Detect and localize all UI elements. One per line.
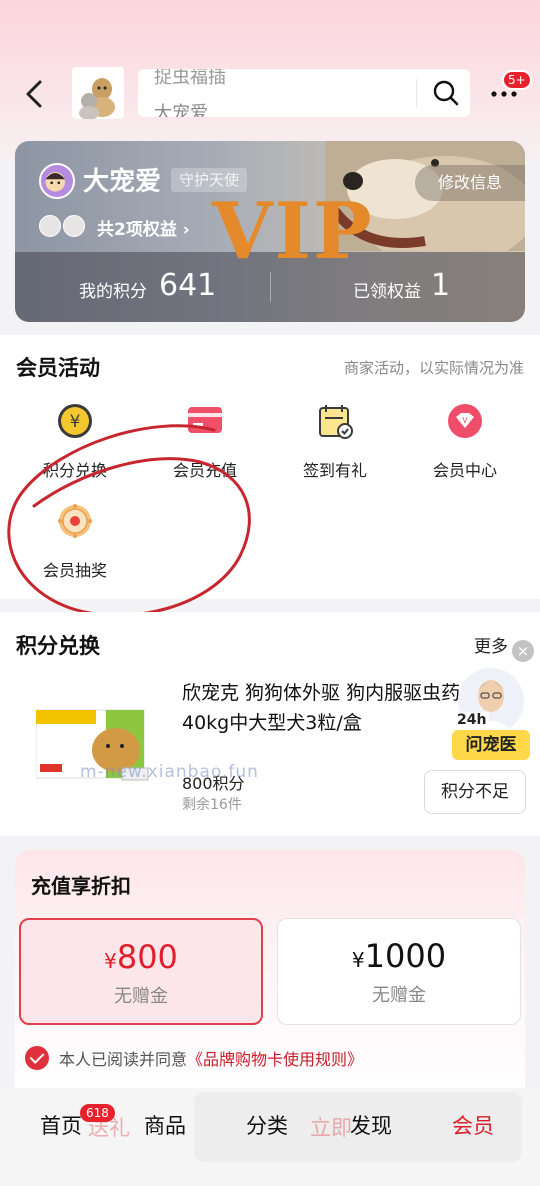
recharge-section: 充值享折扣 ¥800 无赠金 ¥1000 无赠金 本人已阅读并同意 《品牌购物卡… <box>15 850 525 1100</box>
svg-text:¥: ¥ <box>70 412 81 432</box>
product-stock: 剩余16件 <box>182 797 242 813</box>
nav-products[interactable]: 商品 <box>144 1110 186 1140</box>
recharge-gift: 无赠金 <box>114 986 168 1007</box>
agree-checkbox[interactable] <box>25 1046 49 1070</box>
coin-yen-icon: ¥ <box>58 404 92 438</box>
claimed-rights-label: 已领权益 <box>353 282 421 302</box>
recharge-gift: 无赠金 <box>372 985 426 1006</box>
vip-wordmark: VIP <box>212 186 374 277</box>
vip-badge-icon: V <box>448 404 482 438</box>
activity-label: 会员抽奖 <box>42 561 107 580</box>
edit-info-button[interactable]: 修改信息 <box>415 165 525 201</box>
recharge-option-1000[interactable]: ¥1000 无赠金 <box>277 918 521 1025</box>
activity-item-points-exchange[interactable]: ¥ 积分兑换 <box>15 401 135 481</box>
recharge-title: 充值享折扣 <box>31 874 131 898</box>
activity-item-recharge[interactable]: 会员充值 <box>145 401 265 481</box>
svg-text:V: V <box>462 416 468 425</box>
rights-link[interactable]: 共2项权益 › <box>97 215 190 240</box>
vet-24h-label: 24h <box>454 712 490 728</box>
recharge-amount: ¥800 <box>104 938 178 976</box>
search-scroll-ghost: 捉虫福插 <box>154 69 226 88</box>
nav-ghost-text: 立即 <box>310 1116 352 1140</box>
points-label: 我的积分 <box>79 282 147 302</box>
ask-vet-float[interactable]: 24h 问宠医 <box>452 668 530 762</box>
member-avatar <box>39 163 75 199</box>
activity-item-checkin[interactable]: 签到有礼 <box>275 401 395 481</box>
vet-label: 问宠医 <box>452 730 530 760</box>
card-icon <box>188 407 222 433</box>
agreement-row: 本人已阅读并同意 《品牌购物卡使用规则》 <box>25 1046 363 1070</box>
member-activity-section: 会员活动 商家活动，以实际情况为准 ¥ 积分兑换 会员充值 签到有礼 V 会员中… <box>0 335 540 599</box>
insufficient-points-button[interactable]: 积分不足 <box>424 770 526 814</box>
back-button[interactable] <box>18 74 54 114</box>
search-input[interactable]: 大宠爱 <box>154 99 208 117</box>
activity-label: 会员充值 <box>172 461 237 480</box>
exchange-title: 积分兑换 <box>16 634 100 658</box>
nav-home-badge: 618 <box>80 1104 115 1122</box>
nav-home[interactable]: 首页 <box>40 1110 82 1140</box>
activity-item-member-center[interactable]: V 会员中心 <box>405 401 525 481</box>
chevron-left-icon <box>26 80 42 108</box>
nav-category[interactable]: 分类 <box>246 1110 288 1140</box>
recharge-option-800[interactable]: ¥800 无赠金 <box>19 918 263 1025</box>
search-icon[interactable] <box>432 79 460 107</box>
activity-title: 会员活动 <box>16 356 100 380</box>
pets-logo-icon <box>72 67 124 119</box>
activity-label: 会员中心 <box>432 461 497 480</box>
activity-note: 商家活动，以实际情况为准 <box>343 359 524 377</box>
star-badge-icon <box>63 215 85 237</box>
activity-label: 签到有礼 <box>302 461 367 480</box>
claimed-rights-value[interactable]: 1 <box>431 268 450 303</box>
bottom-nav: 送礼 立即 首页 618 商品 分类 发现 会员 <box>0 1088 540 1186</box>
lottery-wheel-icon <box>58 504 92 538</box>
recharge-amount: ¥1000 <box>351 937 447 975</box>
activity-label: 积分兑换 <box>42 461 107 480</box>
watermark: m-new.xianbao.fun <box>80 762 259 782</box>
points-value[interactable]: 641 <box>159 268 216 303</box>
rights-icons <box>39 215 87 237</box>
member-name: 大宠爱 <box>83 167 162 197</box>
nav-discover[interactable]: 发现 <box>350 1110 392 1140</box>
close-icon[interactable]: × <box>512 640 534 662</box>
points-exchange-section: 积分兑换 更多 › × 欣宠克 狗狗体外驱 狗内服驱虫药 0.1-40kg中大型… <box>0 612 540 836</box>
search-box[interactable]: 捉虫福插 大宠爱 <box>138 69 470 117</box>
activity-item-lottery[interactable]: 会员抽奖 <box>15 501 135 581</box>
agree-rules-link[interactable]: 《品牌购物卡使用规则》 <box>187 1046 363 1070</box>
mail-icon <box>39 215 61 237</box>
message-count-badge: 5+ <box>502 70 532 90</box>
agree-text: 本人已阅读并同意 <box>59 1050 188 1069</box>
calendar-check-icon <box>319 405 353 439</box>
search-divider <box>416 79 417 107</box>
nav-member[interactable]: 会员 <box>452 1110 494 1140</box>
shop-logo[interactable] <box>72 67 124 119</box>
